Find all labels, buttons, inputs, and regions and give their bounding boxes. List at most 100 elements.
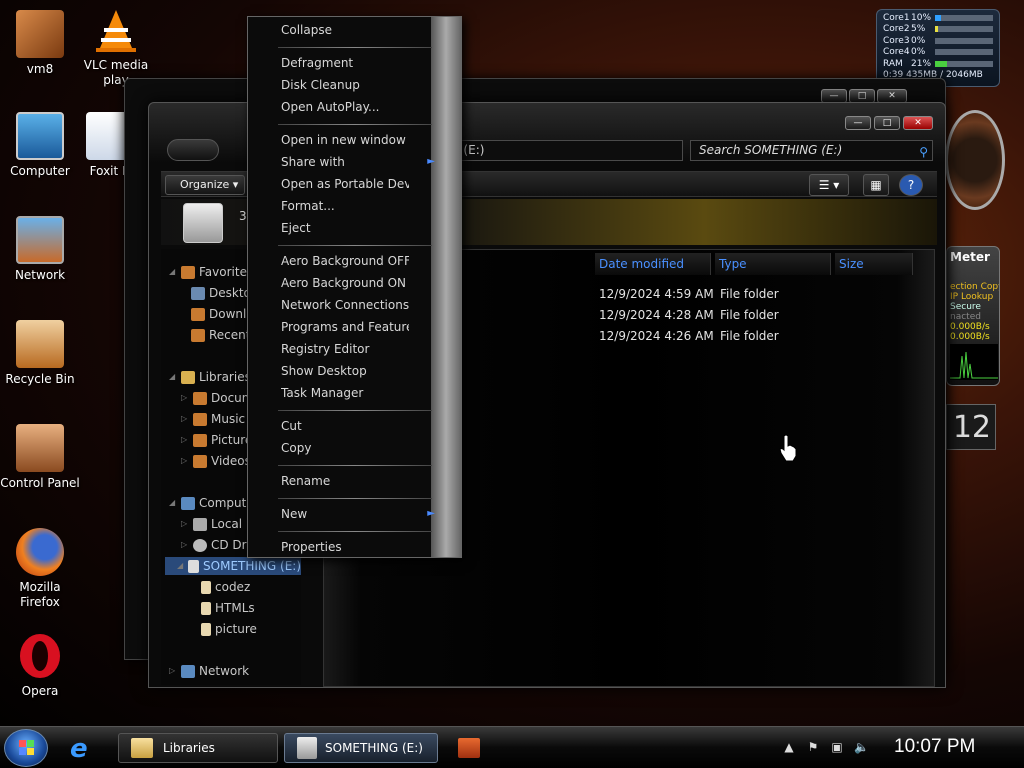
menu-item-open-new-window[interactable]: Open in new window: [281, 130, 409, 150]
menu-item-properties[interactable]: Properties: [281, 537, 409, 557]
start-button[interactable]: [4, 729, 48, 767]
menu-item-task-manager[interactable]: Task Manager: [281, 383, 409, 403]
menu-separator: [278, 498, 432, 499]
menu-item-defragment[interactable]: Defragment: [281, 53, 409, 73]
nav-videos[interactable]: ▷ Videos: [181, 452, 251, 470]
network-meter-gadget[interactable]: Meter ection Copy IP Lookup Secure nacte…: [946, 246, 1000, 386]
maximize-button[interactable]: □: [874, 116, 900, 130]
nav-folder-htmls[interactable]: HTMLs: [201, 599, 255, 617]
libraries-icon: [181, 370, 195, 384]
computer-icon: [181, 496, 195, 510]
close-button[interactable]: ✕: [877, 89, 907, 103]
column-header-type[interactable]: Type: [715, 253, 831, 275]
flag-icon[interactable]: ⚑: [806, 740, 820, 754]
menu-item-new[interactable]: New ►: [281, 504, 441, 524]
nav-folder-codez[interactable]: codez: [201, 578, 250, 596]
videos-icon: [193, 454, 207, 468]
cpu-row-core2: Core2 5%: [883, 24, 993, 36]
menu-separator: [278, 245, 432, 246]
minimize-button[interactable]: —: [845, 116, 871, 130]
desktop-icon-vm8[interactable]: vm8: [0, 10, 80, 77]
nav-music[interactable]: ▷ Music: [181, 410, 245, 428]
music-icon: [193, 412, 207, 426]
internet-explorer-icon[interactable]: e: [70, 735, 98, 763]
taskbar-task-libraries[interactable]: Libraries: [118, 733, 278, 763]
menu-item-open-autoplay[interactable]: Open AutoPlay...: [281, 97, 409, 117]
desktop-icon: [191, 286, 205, 300]
maximize-button[interactable]: □: [849, 89, 875, 103]
table-row[interactable]: 12/9/2024 4:59 AM File folder: [599, 284, 779, 305]
show-hidden-icons-icon[interactable]: ▲: [782, 740, 796, 754]
nav-folder-picture[interactable]: picture: [201, 620, 257, 638]
menu-item-disk-cleanup[interactable]: Disk Cleanup: [281, 75, 409, 95]
usb-drive-icon: [183, 203, 223, 243]
desktop-icon-vlc[interactable]: VLC media play: [76, 6, 156, 88]
minimize-button[interactable]: —: [821, 89, 847, 103]
menu-item-share-with[interactable]: Share with ►: [281, 152, 441, 172]
menu-item-rename[interactable]: Rename: [281, 471, 409, 491]
menu-separator: [278, 124, 432, 125]
taskbar-task-something[interactable]: SOMETHING (E:): [284, 733, 438, 763]
preview-pane-button[interactable]: ▦: [863, 174, 889, 196]
address-bar[interactable]: S (E:): [447, 140, 683, 161]
menu-item-programs-features[interactable]: Programs and Features: [281, 317, 409, 337]
close-button[interactable]: ✕: [903, 116, 933, 130]
menu-item-aero-off[interactable]: Aero Background OFF: [281, 251, 409, 271]
search-input[interactable]: Search SOMETHING (E:) ⚲: [690, 140, 933, 161]
star-folder-icon: [181, 265, 195, 279]
calendar-gadget[interactable]: 12: [946, 404, 996, 450]
desktop-icon-network[interactable]: Network: [0, 216, 80, 283]
menu-item-network-connections[interactable]: Network Connections: [281, 295, 409, 315]
nav-computer[interactable]: ◢ Computer: [169, 494, 259, 512]
nav-something-drive[interactable]: ◢ SOMETHING (E:): [165, 557, 301, 575]
table-row[interactable]: 12/9/2024 4:28 AM File folder: [599, 305, 779, 326]
menu-item-open-portable-device[interactable]: Open as Portable Device: [281, 174, 409, 194]
taskbar: e Libraries SOMETHING (E:) ▲ ⚑ ▣ 🔈 10:07…: [0, 726, 1024, 768]
opera-icon: [16, 632, 64, 680]
taskbar-clock[interactable]: 10:07 PM: [894, 736, 975, 758]
downloads-icon: [191, 307, 205, 321]
nav-recent[interactable]: Recent: [191, 326, 250, 344]
desktop-icon-opera[interactable]: Opera: [0, 632, 80, 699]
meter-line: 0.000B/s: [950, 322, 990, 332]
column-header-date[interactable]: Date modified: [595, 253, 711, 275]
menu-item-collapse[interactable]: Collapse: [281, 20, 409, 40]
media-app-icon[interactable]: [458, 738, 480, 758]
desktop-icon-firefox[interactable]: Mozilla Firefox: [0, 528, 80, 610]
menu-item-eject[interactable]: Eject: [281, 218, 409, 238]
folder-icon: [201, 622, 211, 636]
control-panel-icon: [16, 424, 64, 472]
menu-item-registry-editor[interactable]: Registry Editor: [281, 339, 409, 359]
column-header-size[interactable]: Size: [835, 253, 913, 275]
menu-item-aero-on[interactable]: Aero Background ON: [281, 273, 409, 293]
menu-item-cut[interactable]: Cut: [281, 416, 409, 436]
desktop-icon-computer[interactable]: Computer: [0, 112, 80, 179]
nav-libraries[interactable]: ◢ Libraries: [169, 368, 251, 386]
windows-logo-icon: [19, 740, 34, 755]
desktop-icon-recycle-bin[interactable]: Recycle Bin: [0, 320, 80, 387]
cpu-meter-gadget[interactable]: Core1 10% Core2 5% Core3 0% Core4 0% RAM 21% …: [876, 9, 1000, 87]
meter-line: Secure: [950, 302, 981, 312]
nav-network[interactable]: ▷ Network: [169, 662, 249, 680]
table-row[interactable]: 12/9/2024 4:26 AM File folder: [599, 326, 779, 347]
hand-cursor-icon: [779, 434, 797, 462]
desktop-icon-control-panel[interactable]: Control Panel: [0, 424, 80, 491]
organize-button[interactable]: Organize ▾: [165, 175, 245, 195]
back-forward-buttons[interactable]: [167, 139, 219, 161]
help-button[interactable]: ?: [899, 174, 923, 196]
menu-item-show-desktop[interactable]: Show Desktop: [281, 361, 409, 381]
folder-icon: [201, 580, 211, 594]
views-button[interactable]: ☰ ▾: [809, 174, 849, 196]
clock-gadget[interactable]: [945, 110, 1005, 210]
menu-item-copy[interactable]: Copy: [281, 438, 409, 458]
nav-favorites[interactable]: ◢ Favorites: [169, 263, 253, 281]
menu-item-format[interactable]: Format...: [281, 196, 409, 216]
recent-places-icon: [191, 328, 205, 342]
volume-muted-icon[interactable]: 🔈: [854, 740, 869, 754]
cd-drive-icon: [193, 538, 207, 552]
network-tray-icon[interactable]: ▣: [830, 740, 844, 754]
cpu-row-ram: RAM 21%: [883, 58, 993, 70]
context-menu: Collapse Defragment Disk Cleanup Open Au…: [247, 16, 462, 558]
vlc-cone-icon: [92, 6, 140, 54]
network-icon: [16, 216, 64, 264]
